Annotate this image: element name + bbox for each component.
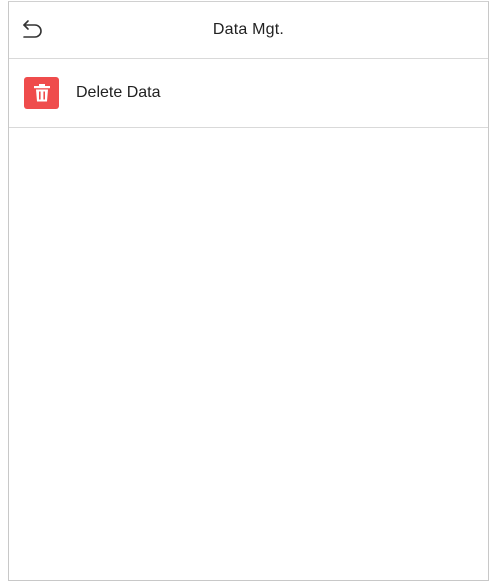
back-arrow-icon [23,20,42,38]
page-title: Data Mgt. [212,21,285,38]
delete-data-icon-tile [24,77,59,109]
device-screen: Data Mgt. Delete Data [8,1,489,581]
menu-item-label: Delete Data [76,84,161,101]
title-bar: Data Mgt. [9,2,488,59]
back-button[interactable] [19,18,45,42]
trash-icon [33,84,50,102]
menu-item-delete-data[interactable]: Delete Data [9,59,488,128]
